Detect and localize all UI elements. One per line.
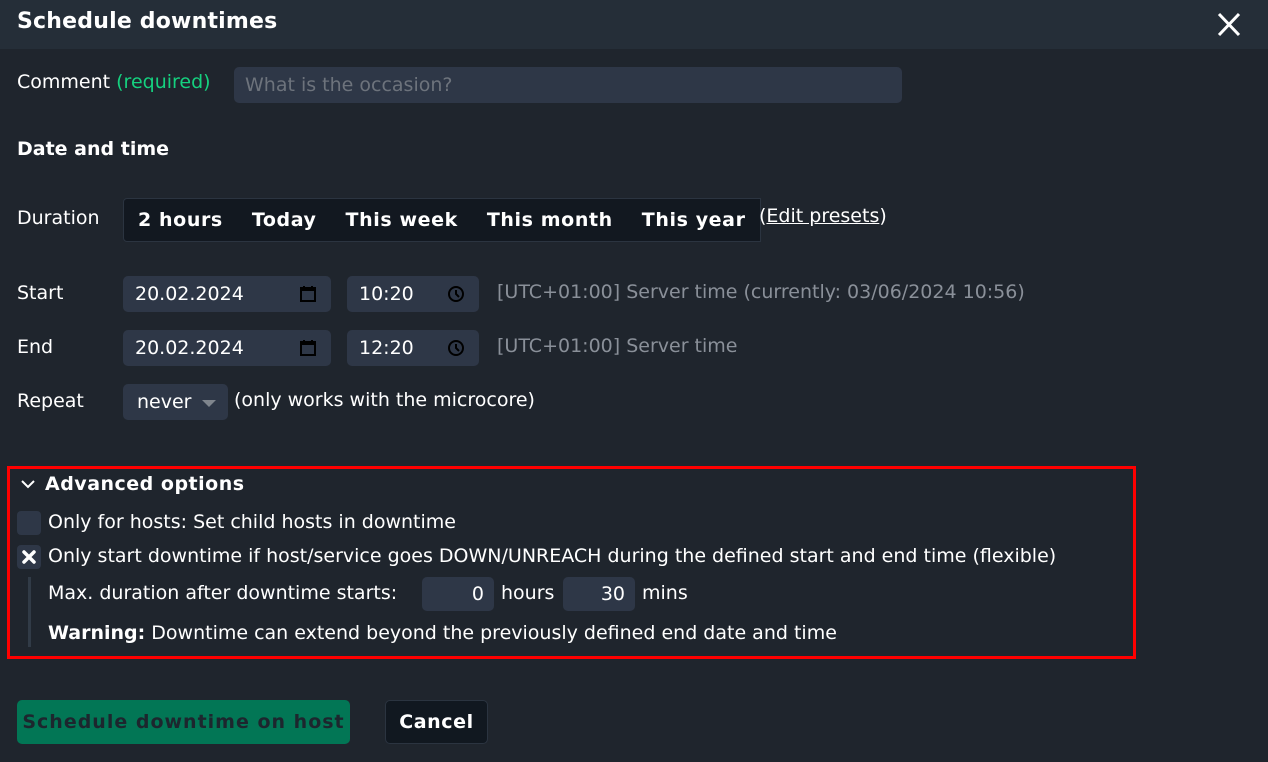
start-time-value: 10:20 <box>359 283 414 305</box>
max-duration-label: Max. duration after downtime starts: <box>48 582 398 604</box>
warning-message: Warning: Downtime can extend beyond the … <box>48 622 837 644</box>
preset-this-week[interactable]: This week <box>346 209 458 231</box>
repeat-hint: (only works with the microcore) <box>234 389 535 411</box>
hours-unit-label: hours <box>501 582 555 604</box>
warning-text: Downtime can extend beyond the previousl… <box>145 622 837 644</box>
comment-label-text: Comment <box>17 71 111 93</box>
dialog-header: Schedule downtimes <box>0 0 1268 49</box>
warning-prefix: Warning: <box>48 622 146 644</box>
repeat-select[interactable]: never <box>123 384 228 420</box>
preset-this-month[interactable]: This month <box>487 209 613 231</box>
max-duration-hours-input[interactable]: 0 <box>422 577 494 611</box>
advanced-options-label: Advanced options <box>45 473 245 495</box>
dropdown-caret-icon <box>202 400 216 407</box>
max-duration-mins-input[interactable]: 30 <box>563 577 635 611</box>
preset-this-year[interactable]: This year <box>642 209 746 231</box>
start-time-input[interactable]: 10:20 <box>347 276 479 312</box>
close-icon <box>1217 12 1241 37</box>
preset-2-hours[interactable]: 2 hours <box>138 209 223 231</box>
start-label: Start <box>17 282 64 304</box>
duration-label: Duration <box>17 207 100 229</box>
edit-presets-link[interactable]: (Edit presets) <box>759 205 887 227</box>
duration-presets: 2 hours Today This week This month This … <box>123 198 761 242</box>
repeat-selected-value: never <box>137 391 192 413</box>
preset-today[interactable]: Today <box>252 209 317 231</box>
clock-icon[interactable] <box>447 339 465 357</box>
calendar-icon[interactable] <box>299 285 317 303</box>
comment-label: Comment (required) <box>17 71 211 93</box>
edit-presets-text[interactable]: Edit presets <box>766 205 879 227</box>
repeat-label: Repeat <box>17 390 84 412</box>
start-date-value: 20.02.2024 <box>135 283 244 305</box>
flexible-checkbox[interactable] <box>17 545 41 569</box>
end-timezone-hint: [UTC+01:00] Server time <box>497 335 738 357</box>
edit-presets-paren-close: ) <box>879 205 887 227</box>
child-hosts-checkbox[interactable] <box>17 511 41 535</box>
end-time-input[interactable]: 12:20 <box>347 330 479 366</box>
calendar-icon[interactable] <box>299 339 317 357</box>
date-time-section-title: Date and time <box>17 138 170 160</box>
end-label: End <box>17 336 54 358</box>
flexible-label[interactable]: Only start downtime if host/service goes… <box>48 545 1056 567</box>
child-hosts-label[interactable]: Only for hosts: Set child hosts in downt… <box>48 511 456 533</box>
end-time-value: 12:20 <box>359 337 414 359</box>
clock-icon[interactable] <box>447 285 465 303</box>
start-timezone-hint: [UTC+01:00] Server time (currently: 03/0… <box>497 281 1025 303</box>
schedule-downtime-button[interactable]: Schedule downtime on host <box>17 700 350 744</box>
advanced-options-toggle[interactable]: Advanced options <box>20 473 245 495</box>
chevron-down-icon <box>21 480 35 489</box>
checkmark-x-icon <box>22 550 36 564</box>
start-date-input[interactable]: 20.02.2024 <box>123 276 331 312</box>
cancel-button[interactable]: Cancel <box>385 700 488 744</box>
required-indicator: (required) <box>116 71 211 93</box>
comment-input[interactable] <box>234 67 902 103</box>
close-button[interactable] <box>1212 9 1246 41</box>
indent-bar <box>28 577 31 647</box>
end-date-value: 20.02.2024 <box>135 337 244 359</box>
mins-unit-label: mins <box>642 582 688 604</box>
dialog-title: Schedule downtimes <box>17 9 278 34</box>
end-date-input[interactable]: 20.02.2024 <box>123 330 331 366</box>
